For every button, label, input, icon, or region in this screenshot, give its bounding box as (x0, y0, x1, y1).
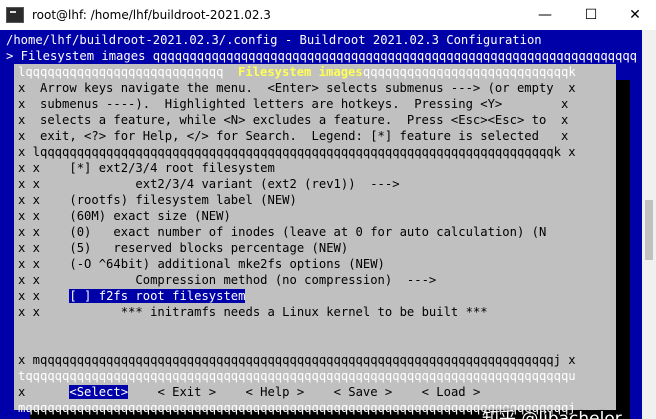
maximize-button[interactable]: ☐ (568, 0, 614, 30)
load-button[interactable]: < Load > (422, 385, 481, 399)
menu-item[interactable]: x x (5) reserved blocks percentage (NEW) (18, 240, 348, 256)
terminal-area[interactable]: /home/lhf/buildroot-2021.02.3/.config - … (0, 30, 656, 419)
menu-item[interactable]: x x (0) exact number of inodes (leave at… (18, 224, 546, 240)
terminal-scrollbar[interactable] (642, 30, 656, 419)
menu-item[interactable]: x x *** initramfs needs a Linux kernel t… (18, 304, 488, 320)
save-button[interactable]: < Save > (334, 385, 393, 399)
watermark: 知乎 @ljbachelor (482, 409, 622, 419)
menu-dialog: lqqqqqqqqqqqqqqqqqqqqqqqqqqq qqqqqqqqqqq… (14, 64, 616, 415)
help-line-3: x selects a feature, while <N> excludes … (18, 113, 569, 127)
menu-item[interactable]: x x ext2/3/4 variant (ext2 (rev1)) ---> (18, 176, 400, 192)
scrollbar-thumb[interactable] (645, 200, 653, 260)
help-line-2: x submenus ----). Highlighted letters ar… (18, 97, 569, 111)
minimize-button[interactable]: — (522, 0, 568, 30)
menu-item[interactable]: x x [*] ext2/3/4 root filesystem (18, 160, 275, 176)
window-titlebar: root@lhf: /home/lhf/buildroot-2021.02.3 … (0, 0, 656, 30)
menu-item-selected[interactable]: x x [ ] f2fs root filesystem (18, 288, 246, 304)
help-line-1: x Arrow keys navigate the menu. <Enter> … (18, 81, 576, 95)
select-button[interactable]: <Select> (69, 385, 129, 399)
menu-item[interactable]: x x Compression method (no compression) … (18, 272, 436, 288)
menu-item[interactable]: x x (-O ^64bit) additional mke2fs option… (18, 256, 385, 272)
menu-box-bottom: x mqqqqqqqqqqqqqqqqqqqqqqqqqqqqqqqqqqqqq… (18, 353, 576, 367)
menu-item[interactable]: x x (rootfs) filesystem label (NEW) (18, 192, 297, 208)
menu-box-top: x lqqqqqqqqqqqqqqqqqqqqqqqqqqqqqqqqqqqqq… (18, 145, 576, 159)
menu-item[interactable]: x x (60M) exact size (NEW) (18, 208, 231, 224)
config-header: /home/lhf/buildroot-2021.02.3/.config - … (6, 33, 542, 47)
breadcrumb: > Filesystem images qqqqqqqqqqqqqqqqqqqq… (6, 49, 638, 63)
exit-button[interactable]: < Exit > (157, 385, 216, 399)
help-button[interactable]: < Help > (246, 385, 305, 399)
close-button[interactable]: ✕ (612, 0, 656, 30)
dialog-separator: tqqqqqqqqqqqqqqqqqqqqqqqqqqqqqqqqqqqqqqq… (18, 369, 576, 383)
terminal-icon (6, 7, 24, 23)
help-line-4: x exit, <?> for Help, </> for Search. Le… (18, 129, 569, 143)
dialog-title: Filesystem images (238, 64, 363, 80)
window-title: root@lhf: /home/lhf/buildroot-2021.02.3 (32, 8, 271, 22)
button-row: x <Select> < Exit > < Help > < Save > < … (18, 385, 481, 399)
